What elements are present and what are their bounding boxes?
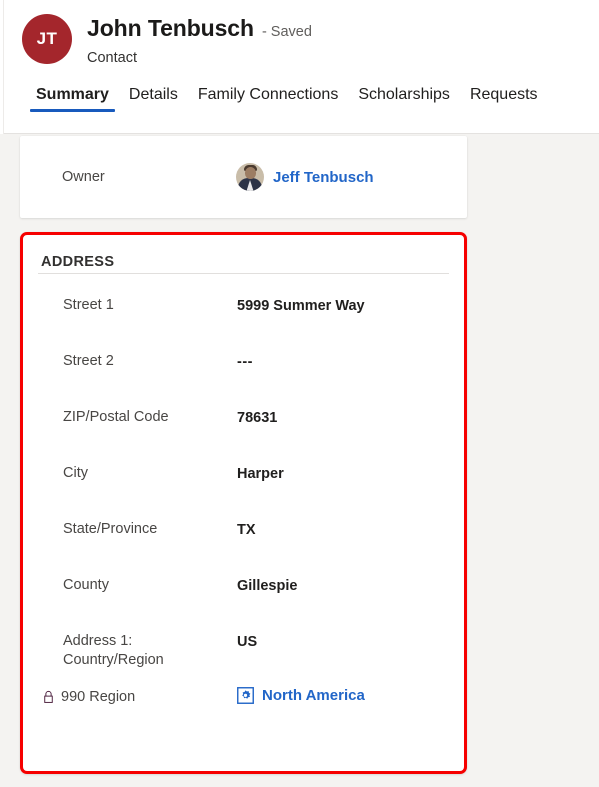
address-fields: Street 1 5999 Summer Way Street 2 --- ZI… [23, 295, 464, 743]
tab-summary[interactable]: Summary [26, 86, 119, 117]
country-label: Address 1: Country/Region [63, 633, 164, 668]
page-title: John Tenbusch [87, 15, 254, 41]
tab-family-connections[interactable]: Family Connections [188, 86, 349, 117]
owner-lookup-value[interactable]: Jeff Tenbusch [236, 163, 374, 191]
owner-link[interactable]: Jeff Tenbusch [273, 169, 374, 186]
region-label-text: 990 Region [61, 689, 136, 705]
field-row-state: State/Province TX [23, 519, 464, 575]
field-row-country: Address 1: Country/Region US [23, 631, 464, 687]
county-value[interactable]: Gillespie [237, 575, 297, 596]
region-label: 990 Region [42, 687, 237, 707]
street1-value[interactable]: 5999 Summer Way [237, 295, 365, 316]
field-row-street2: Street 2 --- [23, 351, 464, 407]
street2-value[interactable]: --- [237, 351, 253, 372]
record-title-line: John Tenbusch - Saved [87, 15, 312, 42]
record-header: JT John Tenbusch - Saved Contact Summary… [4, 0, 599, 134]
street1-label: Street 1 [63, 297, 114, 313]
owner-field-label: Owner [62, 169, 105, 185]
country-value[interactable]: US [237, 631, 257, 652]
address-section-title: ADDRESS [41, 254, 115, 270]
field-row-street1: Street 1 5999 Summer Way [23, 295, 464, 351]
tab-requests[interactable]: Requests [460, 86, 548, 117]
field-row-county: County Gillespie [23, 575, 464, 631]
person-photo-avatar [236, 163, 264, 191]
state-label: State/Province [63, 521, 158, 537]
address-section-card: ADDRESS Street 1 5999 Summer Way Street … [20, 232, 467, 774]
entity-record-icon [237, 687, 254, 704]
region-lookup-value[interactable]: North America [237, 687, 365, 704]
record-title-block: John Tenbusch - Saved Contact [87, 14, 312, 66]
avatar-initials-text: JT [36, 29, 58, 48]
state-value[interactable]: TX [237, 519, 256, 540]
tab-family-connections-label: Family Connections [197, 86, 339, 103]
field-row-city: City Harper [23, 463, 464, 519]
address-section-divider [38, 273, 449, 274]
tab-details[interactable]: Details [119, 86, 188, 117]
record-avatar: JT [22, 14, 72, 64]
tab-requests-label: Requests [469, 86, 538, 103]
owner-card: Owner * Jeff Tenbusch [20, 136, 467, 218]
street2-label: Street 2 [63, 353, 114, 369]
field-row-owner: Owner * Jeff Tenbusch [20, 136, 467, 218]
tab-details-label: Details [128, 86, 178, 103]
record-title-row: JT John Tenbusch - Saved Contact [22, 14, 312, 66]
zip-value[interactable]: 78631 [237, 407, 277, 428]
save-status-text: - Saved [261, 24, 312, 40]
field-row-990-region: 990 Region North America [23, 687, 464, 743]
record-type-label: Contact [87, 50, 137, 66]
county-label: County [63, 577, 109, 593]
city-label: City [63, 465, 88, 481]
field-row-zip: ZIP/Postal Code 78631 [23, 407, 464, 463]
tab-scholarships-label: Scholarships [358, 86, 450, 103]
zip-label: ZIP/Postal Code [63, 409, 169, 425]
tab-strip: Summary Details Family Connections Schol… [26, 86, 548, 117]
tab-scholarships[interactable]: Scholarships [348, 86, 460, 117]
city-value[interactable]: Harper [237, 463, 284, 484]
lock-icon [44, 690, 53, 703]
tab-summary-label: Summary [36, 86, 109, 103]
region-link[interactable]: North America [262, 687, 365, 704]
